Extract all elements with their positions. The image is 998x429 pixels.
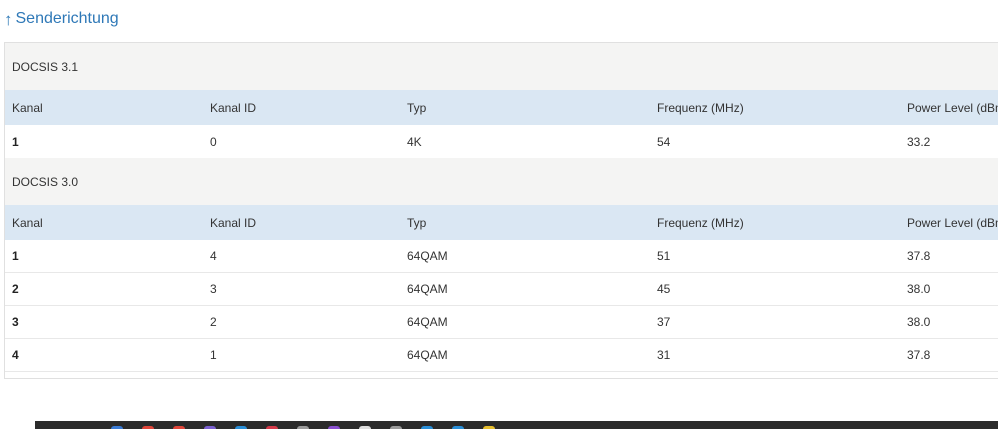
table-row: 2 3 64QAM 45 38.0 bbox=[5, 273, 998, 306]
taskbar bbox=[35, 421, 998, 429]
cell-kanal-id: 4 bbox=[210, 249, 217, 263]
cell-power-level: 38.0 bbox=[907, 282, 931, 296]
cell-kanal-id: 2 bbox=[210, 315, 217, 329]
cell-power-level: 37.8 bbox=[907, 348, 931, 362]
cell-typ: 64QAM bbox=[407, 348, 448, 362]
cell-kanal: 3 bbox=[12, 315, 19, 329]
column-header-kanal-id: Kanal ID bbox=[210, 100, 257, 115]
column-header-kanal-id: Kanal ID bbox=[210, 215, 257, 230]
cell-kanal-id: 3 bbox=[210, 282, 217, 296]
column-header-kanal: Kanal bbox=[12, 100, 43, 115]
column-header-kanal: Kanal bbox=[12, 215, 43, 230]
cell-kanal: 1 bbox=[12, 249, 19, 263]
section-header-docsis-3-0: DOCSIS 3.0 bbox=[5, 158, 998, 205]
table-row: 1 4 64QAM 51 37.8 bbox=[5, 240, 998, 273]
column-header-typ: Typ bbox=[407, 215, 427, 230]
cell-frequenz: 37 bbox=[657, 315, 671, 329]
cell-frequenz: 51 bbox=[657, 249, 671, 263]
column-header-power-level: Power Level (dBm bbox=[907, 215, 998, 230]
cell-power-level: 33.2 bbox=[907, 134, 931, 149]
section-header-label: DOCSIS 3.1 bbox=[12, 59, 79, 74]
cell-frequenz: 54 bbox=[657, 134, 671, 149]
cell-typ: 64QAM bbox=[407, 249, 448, 263]
cell-kanal: 4 bbox=[12, 348, 19, 362]
column-header-row: Kanal Kanal ID Typ Frequenz (MHz) Power … bbox=[5, 90, 998, 125]
cell-frequenz: 31 bbox=[657, 348, 671, 362]
section-header-label: DOCSIS 3.0 bbox=[12, 174, 79, 189]
section-heading-label: Senderichtung bbox=[15, 10, 119, 27]
column-header-frequenz: Frequenz (MHz) bbox=[657, 100, 744, 115]
cell-typ: 64QAM bbox=[407, 315, 448, 329]
column-header-power-level: Power Level (dBm bbox=[907, 100, 998, 115]
cell-kanal-id: 1 bbox=[210, 348, 217, 362]
cell-kanal: 2 bbox=[12, 282, 19, 296]
table-row: 1 0 4K 54 33.2 bbox=[5, 125, 998, 158]
channel-table: DOCSIS 3.1 Kanal Kanal ID Typ Frequenz (… bbox=[4, 42, 998, 379]
table-row: 3 2 64QAM 37 38.0 bbox=[5, 306, 998, 339]
cell-frequenz: 45 bbox=[657, 282, 671, 296]
cell-kanal: 1 bbox=[12, 134, 19, 149]
section-heading[interactable]: ↑ Senderichtung bbox=[4, 8, 119, 30]
cell-typ: 4K bbox=[407, 134, 422, 149]
column-header-row: Kanal Kanal ID Typ Frequenz (MHz) Power … bbox=[5, 205, 998, 240]
cell-kanal-id: 0 bbox=[210, 134, 217, 149]
table-row: 4 1 64QAM 31 37.8 bbox=[5, 339, 998, 372]
cell-power-level: 37.8 bbox=[907, 249, 931, 263]
column-header-typ: Typ bbox=[407, 100, 427, 115]
cell-typ: 64QAM bbox=[407, 282, 448, 296]
cell-power-level: 38.0 bbox=[907, 315, 931, 329]
column-header-frequenz: Frequenz (MHz) bbox=[657, 215, 744, 230]
arrow-up-icon: ↑ bbox=[4, 9, 13, 29]
section-header-docsis-3-1: DOCSIS 3.1 bbox=[5, 43, 998, 90]
